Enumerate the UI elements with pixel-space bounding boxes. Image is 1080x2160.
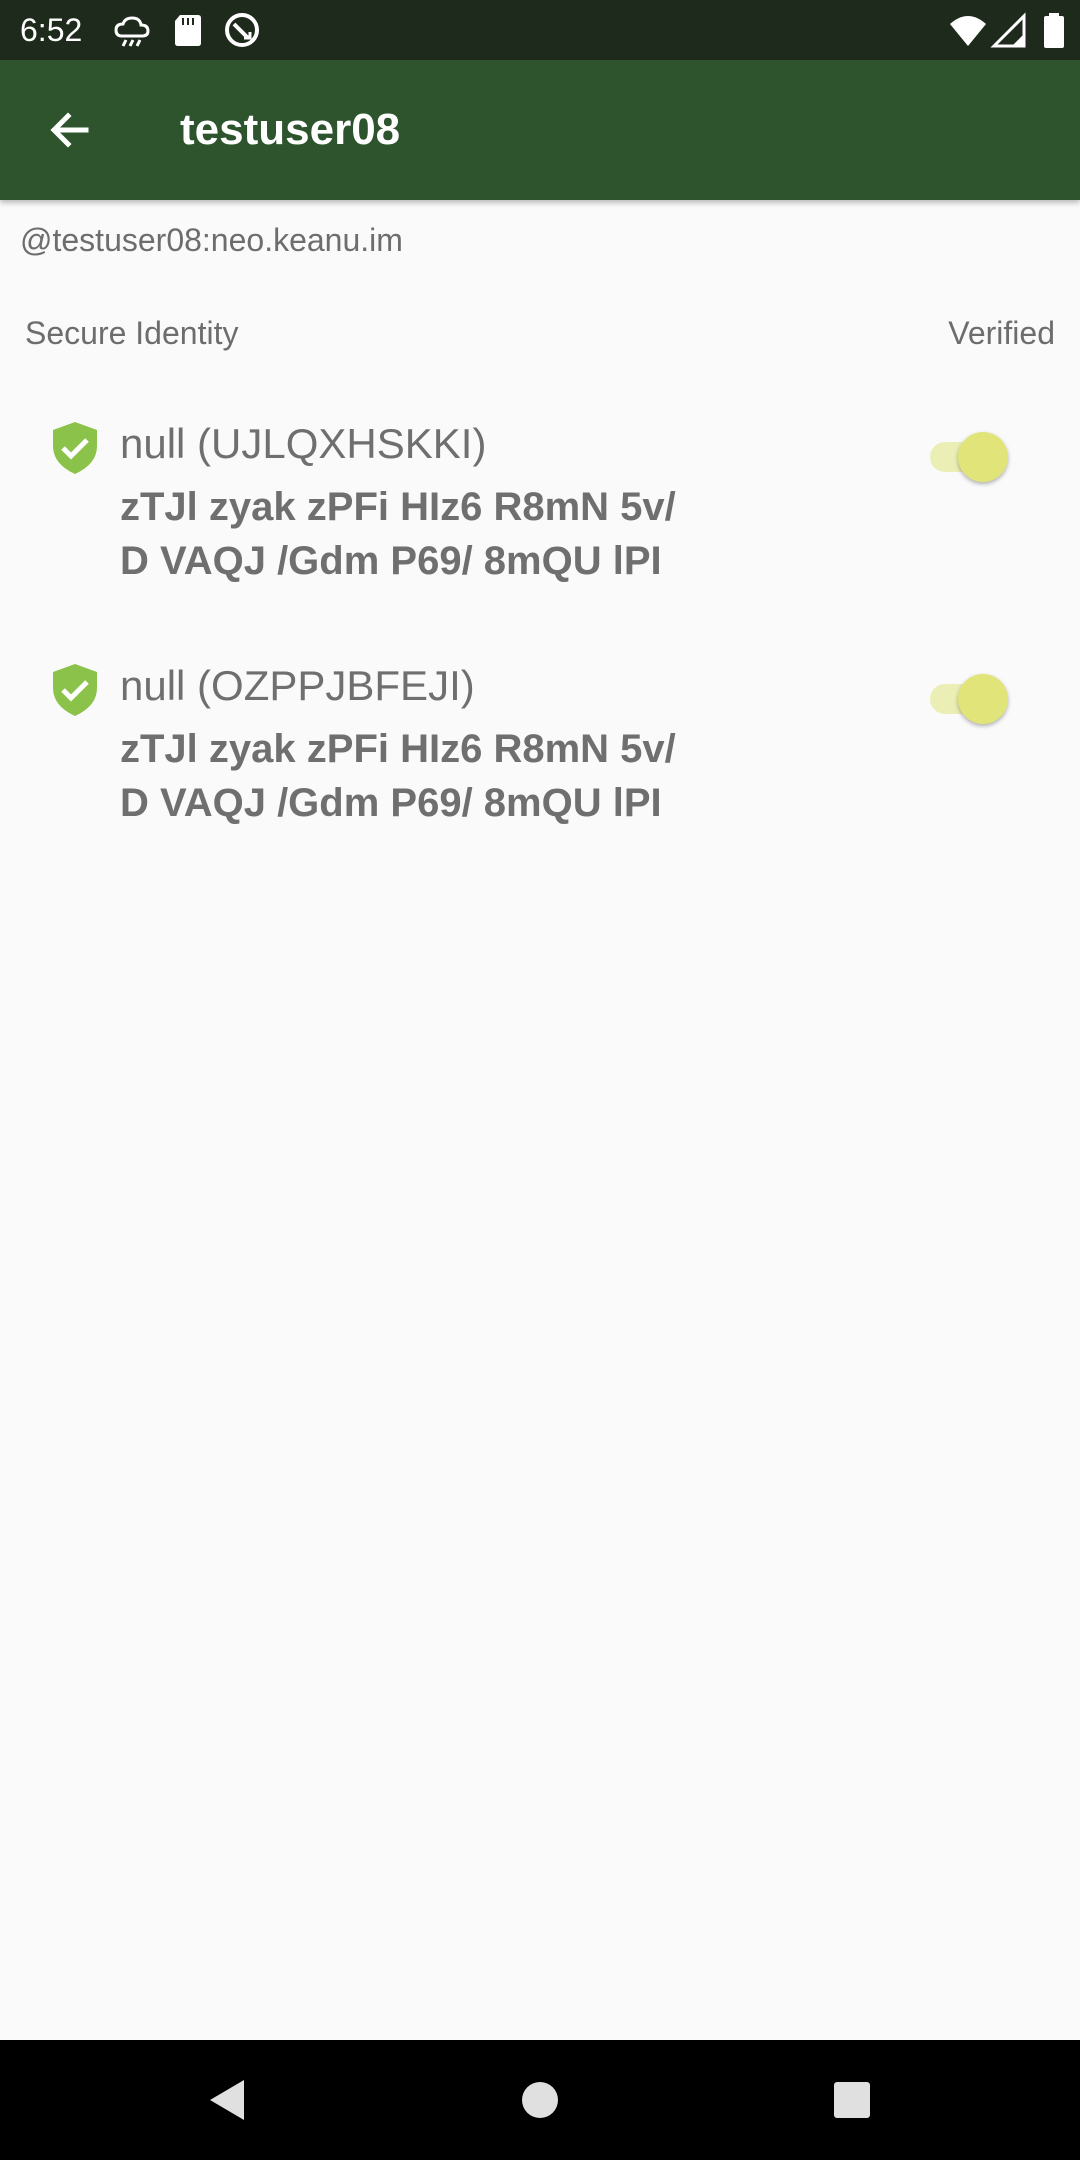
navigation-bar bbox=[0, 2040, 1080, 2160]
app-bar: testuser08 bbox=[0, 60, 1080, 200]
toggle-thumb bbox=[958, 432, 1008, 482]
home-circle-icon bbox=[522, 2082, 558, 2118]
toggle-thumb bbox=[958, 674, 1008, 724]
verified-column-label: Verified bbox=[948, 315, 1055, 351]
recents-square-icon bbox=[834, 2082, 870, 2118]
device-row: null (OZPPJBFEJI) zTJl zyak zPFi HIz6 R8… bbox=[0, 662, 1080, 862]
fingerprint-line: zTJl zyak zPFi HIz6 R8mN 5v/ bbox=[120, 485, 676, 529]
back-triangle-icon bbox=[210, 2080, 244, 2120]
battery-icon bbox=[1034, 10, 1074, 50]
shield-check-icon bbox=[50, 420, 100, 476]
device-name: null (UJLQXHSKKI) bbox=[120, 420, 487, 467]
status-bar: 6:52 bbox=[0, 0, 1080, 60]
device-name: null (OZPPJBFEJI) bbox=[120, 662, 475, 709]
device-row: null (UJLQXHSKKI) zTJl zyak zPFi HIz6 R8… bbox=[0, 420, 1080, 620]
sync-icon bbox=[222, 10, 262, 50]
device-fingerprint: zTJl zyak zPFi HIz6 R8mN 5v/ D VAQJ /Gdm… bbox=[120, 480, 760, 588]
cloud-icon bbox=[112, 10, 152, 50]
signal-icon bbox=[990, 10, 1030, 50]
fingerprint-line: D VAQJ /Gdm P69/ 8mQU lPI bbox=[120, 539, 662, 583]
user-id: @testuser08:neo.keanu.im bbox=[20, 222, 403, 258]
wifi-icon bbox=[948, 10, 988, 50]
verified-toggle[interactable] bbox=[925, 662, 1015, 732]
sd-card-icon bbox=[168, 10, 208, 50]
back-button[interactable] bbox=[40, 100, 100, 160]
device-fingerprint: zTJl zyak zPFi HIz6 R8mN 5v/ D VAQJ /Gdm… bbox=[120, 722, 760, 830]
fingerprint-line: D VAQJ /Gdm P69/ 8mQU lPI bbox=[120, 781, 662, 825]
status-time: 6:52 bbox=[20, 12, 83, 48]
nav-recents-button[interactable] bbox=[822, 2070, 882, 2130]
nav-back-button[interactable] bbox=[196, 2070, 256, 2130]
arrow-back-icon bbox=[50, 112, 89, 148]
verified-toggle[interactable] bbox=[925, 420, 1015, 490]
section-label: Secure Identity bbox=[25, 315, 239, 351]
fingerprint-line: zTJl zyak zPFi HIz6 R8mN 5v/ bbox=[120, 727, 676, 771]
page-title: testuser08 bbox=[180, 105, 401, 154]
shield-check-icon bbox=[50, 662, 100, 718]
nav-home-button[interactable] bbox=[510, 2070, 570, 2130]
